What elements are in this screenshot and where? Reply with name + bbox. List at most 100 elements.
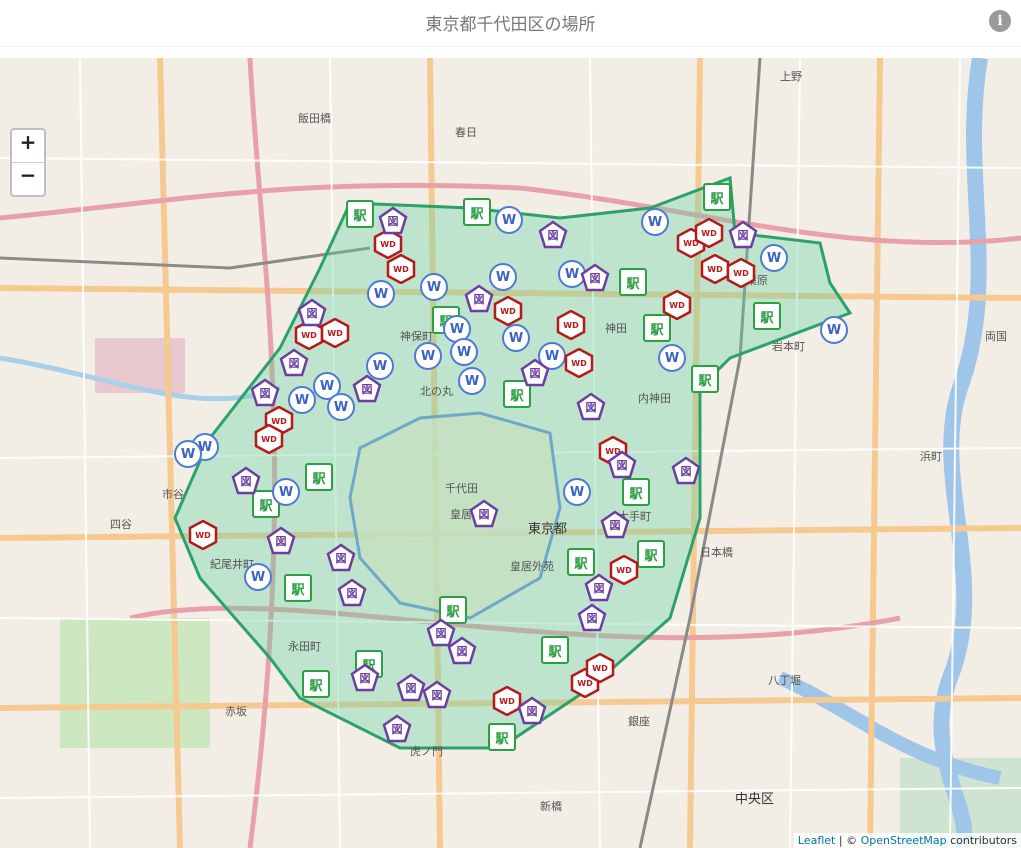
w-marker[interactable]: W bbox=[563, 478, 591, 506]
station-marker[interactable]: 駅 bbox=[305, 463, 333, 491]
wd-marker[interactable]: WD bbox=[564, 348, 594, 378]
zoom-in-button[interactable]: + bbox=[12, 130, 44, 162]
wd-marker[interactable]: WD bbox=[386, 254, 416, 284]
library-marker[interactable]: 図 bbox=[266, 526, 296, 556]
station-marker[interactable]: 駅 bbox=[703, 183, 731, 211]
w-marker[interactable]: W bbox=[420, 273, 448, 301]
w-marker[interactable]: W bbox=[327, 393, 355, 421]
map-label-kanda: 神田 bbox=[605, 322, 627, 335]
station-marker[interactable]: 駅 bbox=[753, 302, 781, 330]
station-marker[interactable]: 駅 bbox=[619, 268, 647, 296]
map[interactable]: 中央区 東京都 千代田 皇居 皇居外苑 神田 内神田 上野 岩本町 日本橋 八丁… bbox=[0, 58, 1021, 848]
osm-link[interactable]: OpenStreetMap bbox=[861, 834, 947, 847]
map-label-kitanomaru: 北の丸 bbox=[420, 385, 453, 398]
wd-marker[interactable]: WD bbox=[585, 653, 615, 683]
station-marker[interactable]: 駅 bbox=[691, 365, 719, 393]
zoom-control: + − bbox=[10, 128, 46, 197]
zoom-out-button[interactable]: − bbox=[12, 162, 44, 195]
wd-marker[interactable]: WD bbox=[694, 218, 724, 248]
library-marker[interactable]: 図 bbox=[447, 636, 477, 666]
library-marker[interactable]: 図 bbox=[250, 378, 280, 408]
w-marker[interactable]: W bbox=[495, 206, 523, 234]
library-marker[interactable]: 図 bbox=[382, 714, 412, 744]
header: 東京都千代田区の場所 i bbox=[0, 0, 1021, 47]
library-marker[interactable]: 図 bbox=[297, 298, 327, 328]
library-marker[interactable]: 図 bbox=[279, 348, 309, 378]
w-marker[interactable]: W bbox=[272, 478, 300, 506]
library-marker[interactable]: 図 bbox=[538, 220, 568, 250]
w-marker[interactable]: W bbox=[658, 344, 686, 372]
map-label-iidabashi: 飯田橋 bbox=[298, 112, 331, 125]
map-label-ichigaya: 市谷 bbox=[162, 488, 184, 501]
map-label-kasuga: 春日 bbox=[455, 126, 477, 139]
w-marker[interactable]: W bbox=[414, 342, 442, 370]
library-marker[interactable]: 図 bbox=[577, 603, 607, 633]
wd-marker[interactable]: WD bbox=[726, 258, 756, 288]
wd-marker[interactable]: WD bbox=[662, 290, 692, 320]
library-marker[interactable]: 図 bbox=[231, 466, 261, 496]
library-marker[interactable]: 図 bbox=[520, 358, 550, 388]
library-marker[interactable]: 図 bbox=[600, 510, 630, 540]
library-marker[interactable]: 図 bbox=[326, 543, 356, 573]
map-label-iwamotocho: 岩本町 bbox=[772, 340, 805, 353]
station-marker[interactable]: 駅 bbox=[463, 198, 491, 226]
attribution: Leaflet | © OpenStreetMap contributors bbox=[793, 833, 1021, 848]
station-marker[interactable]: 駅 bbox=[637, 540, 665, 568]
station-marker[interactable]: 駅 bbox=[567, 548, 595, 576]
map-label-hamacho: 浜町 bbox=[920, 450, 942, 463]
map-label-ginza: 銀座 bbox=[628, 715, 650, 728]
wd-marker[interactable]: WD bbox=[493, 296, 523, 326]
library-marker[interactable]: 図 bbox=[464, 284, 494, 314]
w-marker[interactable]: W bbox=[820, 316, 848, 344]
library-marker[interactable]: 図 bbox=[580, 263, 610, 293]
library-marker[interactable]: 図 bbox=[422, 680, 452, 710]
library-marker[interactable]: 図 bbox=[378, 206, 408, 236]
map-label-uchikanda: 内神田 bbox=[638, 392, 671, 405]
leaflet-link[interactable]: Leaflet bbox=[798, 834, 835, 847]
map-label-hatchobori: 八丁堀 bbox=[768, 674, 801, 687]
page-title: 東京都千代田区の場所 bbox=[425, 15, 596, 35]
map-label-ueno: 上野 bbox=[780, 70, 802, 83]
w-marker[interactable]: W bbox=[174, 440, 202, 468]
w-marker[interactable]: W bbox=[760, 244, 788, 272]
library-marker[interactable]: 図 bbox=[337, 578, 367, 608]
map-label-shinbashi: 新橋 bbox=[540, 800, 562, 813]
map-label-akasaka: 赤坂 bbox=[225, 705, 247, 718]
library-marker[interactable]: 図 bbox=[469, 499, 499, 529]
library-marker[interactable]: 図 bbox=[671, 456, 701, 486]
station-marker[interactable]: 駅 bbox=[302, 670, 330, 698]
w-marker[interactable]: W bbox=[450, 338, 478, 366]
w-marker[interactable]: W bbox=[244, 563, 272, 591]
attribution-separator: | © bbox=[835, 834, 861, 847]
library-marker[interactable]: 図 bbox=[576, 392, 606, 422]
w-marker[interactable]: W bbox=[502, 324, 530, 352]
map-label-nihonbashi: 日本橋 bbox=[700, 546, 733, 559]
w-marker[interactable]: W bbox=[641, 208, 669, 236]
library-marker[interactable]: 図 bbox=[584, 573, 614, 603]
map-label-tokyo-to: 東京都 bbox=[528, 522, 568, 537]
wd-marker[interactable]: WD bbox=[254, 424, 284, 454]
map-label-chuo-ku: 中央区 bbox=[735, 792, 775, 807]
map-label-kokyo-gaien: 皇居外苑 bbox=[510, 560, 554, 573]
map-label-chiyoda: 千代田 bbox=[445, 482, 478, 495]
wd-marker[interactable]: WD bbox=[556, 310, 586, 340]
map-label-ryogoku: 両国 bbox=[985, 330, 1007, 343]
library-marker[interactable]: 図 bbox=[352, 374, 382, 404]
station-marker[interactable]: 駅 bbox=[622, 478, 650, 506]
map-label-toranomon: 虎ノ門 bbox=[410, 745, 443, 758]
defense-ministry-area bbox=[95, 338, 185, 393]
w-marker[interactable]: W bbox=[458, 367, 486, 395]
library-marker[interactable]: 図 bbox=[517, 696, 547, 726]
station-marker[interactable]: 駅 bbox=[541, 636, 569, 664]
info-icon[interactable]: i bbox=[989, 10, 1011, 32]
map-label-yotsuya: 四谷 bbox=[110, 518, 132, 531]
station-marker[interactable]: 駅 bbox=[488, 723, 516, 751]
station-marker[interactable]: 駅 bbox=[284, 574, 312, 602]
wd-marker[interactable]: WD bbox=[188, 520, 218, 550]
station-marker[interactable]: 駅 bbox=[346, 200, 374, 228]
attribution-suffix: contributors bbox=[946, 834, 1017, 847]
library-marker[interactable]: 図 bbox=[350, 663, 380, 693]
w-marker[interactable]: W bbox=[367, 280, 395, 308]
library-marker[interactable]: 図 bbox=[607, 450, 637, 480]
library-marker[interactable]: 図 bbox=[728, 220, 758, 250]
